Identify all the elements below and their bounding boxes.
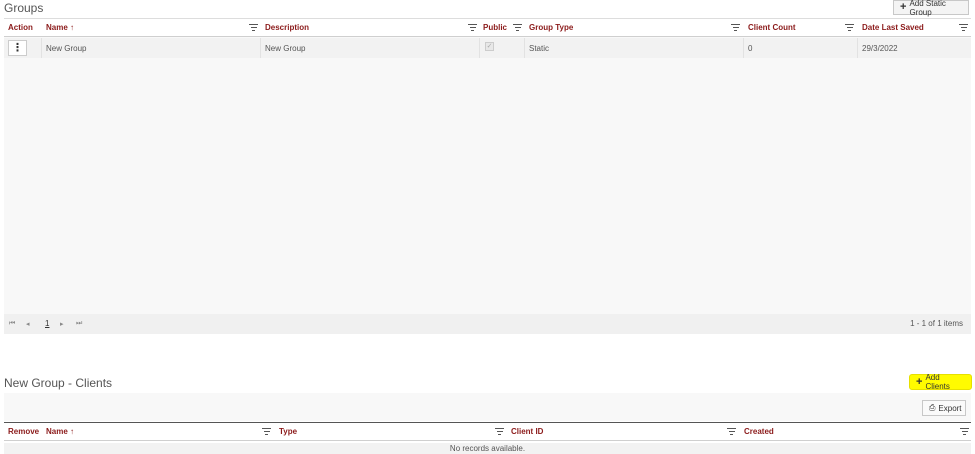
filter-icon[interactable] xyxy=(959,24,968,32)
export-button[interactable]: ⎙ Export xyxy=(922,400,966,416)
clients-grid: Remove Name ↑ Type Client ID Created No … xyxy=(4,422,971,454)
column-divider xyxy=(41,38,42,58)
table-row[interactable]: ⋮ New Group New Group ✓ Static 0 29/3/20… xyxy=(4,38,971,58)
filter-icon[interactable] xyxy=(262,428,271,436)
filter-icon[interactable] xyxy=(495,428,504,436)
add-clients-button[interactable]: + Add Clients xyxy=(909,373,972,391)
column-header-group-type[interactable]: Group Type xyxy=(529,23,573,32)
column-header-date-last-saved[interactable]: Date Last Saved xyxy=(862,23,924,32)
pager: ⏮ ◂ 1 ▸ ⏭ 1 - 1 of 1 items xyxy=(4,314,971,334)
no-records-message: No records available. xyxy=(4,443,971,454)
column-header-name[interactable]: Name ↑ xyxy=(46,427,74,436)
client-count-cell: 0 xyxy=(748,44,753,53)
column-header-client-count[interactable]: Client Count xyxy=(748,23,796,32)
add-clients-label: Add Clients xyxy=(925,373,950,391)
add-static-group-button[interactable]: + Add Static Group xyxy=(893,0,969,17)
groups-grid-header: Action Name ↑ Description Public Group T… xyxy=(4,19,971,37)
groups-section-title: Groups xyxy=(4,1,44,15)
group-description-cell: New Group xyxy=(265,44,306,53)
filter-icon[interactable] xyxy=(513,24,522,32)
group-name-cell: New Group xyxy=(46,44,87,53)
filter-icon[interactable] xyxy=(249,24,258,32)
column-header-name[interactable]: Name ↑ xyxy=(46,23,74,32)
add-static-group-label: Add Static Group xyxy=(909,0,946,17)
column-divider xyxy=(260,38,261,58)
plus-icon: + xyxy=(900,1,907,13)
column-header-created[interactable]: Created xyxy=(744,427,774,436)
column-divider xyxy=(857,38,858,58)
clients-grid-header: Remove Name ↑ Type Client ID Created xyxy=(4,423,971,441)
column-divider xyxy=(524,38,525,58)
plus-icon: + xyxy=(916,375,923,388)
filter-icon[interactable] xyxy=(960,428,969,436)
prev-page-icon[interactable]: ◂ xyxy=(26,320,30,328)
export-icon: ⎙ xyxy=(929,403,936,412)
page-number-button[interactable]: 1 xyxy=(45,319,49,328)
column-header-type[interactable]: Type xyxy=(279,427,297,436)
column-header-public[interactable]: Public xyxy=(483,23,507,32)
column-divider xyxy=(743,38,744,58)
clients-toolbar xyxy=(4,393,971,421)
row-actions-kebab-icon[interactable]: ⋮ xyxy=(8,40,27,56)
pager-info: 1 - 1 of 1 items xyxy=(910,319,963,328)
export-label: Export xyxy=(938,403,962,413)
public-checkbox: ✓ xyxy=(485,42,494,51)
date-last-saved-cell: 29/3/2022 xyxy=(862,44,898,53)
group-type-cell: Static xyxy=(529,44,550,53)
column-divider xyxy=(479,38,480,58)
column-header-remove: Remove xyxy=(8,427,40,436)
filter-icon[interactable] xyxy=(727,428,736,436)
filter-icon[interactable] xyxy=(468,24,477,32)
filter-icon[interactable] xyxy=(845,24,854,32)
filter-icon[interactable] xyxy=(731,24,740,32)
groups-grid: Action Name ↑ Description Public Group T… xyxy=(4,18,971,334)
column-header-client-id[interactable]: Client ID xyxy=(511,427,543,436)
clients-section-title: New Group - Clients xyxy=(4,376,113,390)
last-page-icon[interactable]: ⏭ xyxy=(76,320,82,328)
first-page-icon[interactable]: ⏮ xyxy=(9,320,15,328)
column-header-description[interactable]: Description xyxy=(265,23,309,32)
column-header-action: Action xyxy=(8,23,33,32)
next-page-icon[interactable]: ▸ xyxy=(60,320,64,328)
